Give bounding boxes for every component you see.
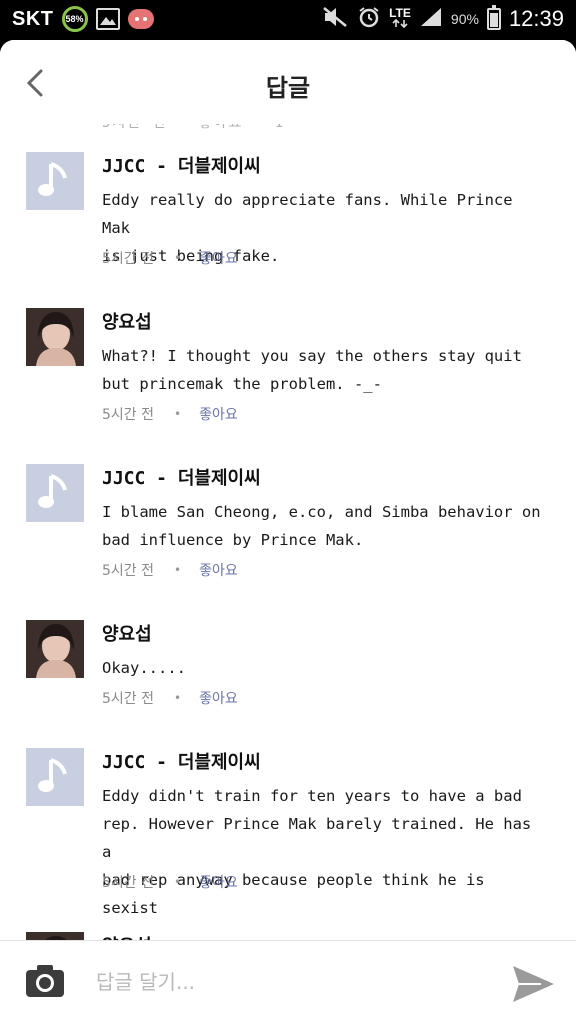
send-icon [513,966,554,1002]
network-type-label: LTE [389,6,411,30]
avatar[interactable] [26,464,84,522]
profile-photo-icon [26,620,84,678]
comment-timestamp: 5시간 전 [102,563,154,579]
comment-meta: 5시간 전 • 좋아요 [102,248,238,268]
comment-item: JJCC - 더블제이씨 Eddy didn't train for ten ye… [0,744,576,928]
comment-meta: 5시간 전 • 좋아요 [102,688,238,708]
carrier-label: SKT [12,7,54,30]
camera-icon [26,965,64,997]
battery-saver-badge: 58% [61,6,88,32]
comment-text-line: Okay..... [102,659,186,677]
comment-text-line: rep. However Prince Mak barely trained. … [102,815,532,861]
like-button[interactable]: 좋아요 [199,560,238,580]
comment-author[interactable]: JJCC - 더블제이씨 [102,464,261,490]
meta-separator: • [174,875,182,889]
chat-notification-icon [127,9,154,29]
page-title: 답글 [265,74,311,102]
signal-icon [419,6,443,32]
like-button[interactable]: 좋아요 [199,872,238,892]
like-button[interactable]: 좋아요 [199,404,238,424]
battery-percent: 90% [450,11,479,27]
comment-text-line: Eddy didn't train for ten years to have … [102,787,522,805]
data-arrows-icon [392,18,408,29]
comment-text: Okay..... [102,654,542,682]
comment-author[interactable]: 양요섭 [102,308,152,334]
comment-text-line: Eddy really do appreciate fans. While Pr… [102,191,513,237]
comment-meta: 5시간 전 • 좋아요 [102,404,238,424]
gallery-notification-icon [95,8,120,30]
network-type-text: LTE [389,6,411,20]
profile-photo-icon [26,308,84,366]
comment-timestamp: 5시간 전 [102,251,154,267]
comment-item: JJCC - 더블제이씨 Eddy really do appreciate fa… [0,148,576,304]
comment-text-line: bad influence by Prince Mak. [102,531,364,549]
comment-timestamp: 5시간 전 [102,407,154,423]
comment-text-line: but princemak the problem. -_- [102,375,382,393]
meta-separator: • [174,563,182,577]
meta-separator: • [174,407,182,421]
mute-icon [321,5,349,33]
avatar[interactable] [26,620,84,678]
meta-separator: • [174,251,182,265]
comment-item: 양요섭 Okay..... 5시간 전 • 좋아요 [0,616,576,744]
battery-level-fill [489,13,498,27]
comment-text-line: I blame San Cheong, e.co, and Simba beha… [102,503,541,521]
comment-author[interactable]: JJCC - 더블제이씨 [102,748,261,774]
comment-author[interactable]: 양요섭 [102,620,152,646]
replies-screen: 답글 5시간 전 · 좋아요 · 1 JJCC - 더블제이씨Eddy real… [0,40,576,1024]
app-header: 답글 [0,40,576,124]
comment-text-line: What?! I thought you say the others stay… [102,347,522,365]
comment-timestamp: 5시간 전 [102,875,154,891]
comment-meta: 5시간 전 • 좋아요 [102,560,238,580]
reply-composer [0,940,576,1024]
send-button[interactable] [510,963,556,1005]
meta-separator: • [174,691,182,705]
avatar[interactable] [26,308,84,366]
comment-item: 양요섭 What?! I thought you say the others s… [0,304,576,460]
battery-icon [486,5,501,30]
comment-text: What?! I thought you say the others stay… [102,342,542,398]
alarm-icon [357,5,381,33]
avatar[interactable] [26,748,84,806]
comment-timestamp: 5시간 전 [102,691,154,707]
reply-input[interactable] [96,965,476,999]
comment-meta: 5시간 전 • 좋아요 [102,872,238,892]
comment-item: JJCC - 더블제이씨 I blame San Cheong, e.co, an… [0,460,576,616]
comment-list: JJCC - 더블제이씨 Eddy really do appreciate fa… [0,148,576,1024]
avatar[interactable] [26,152,84,210]
music-note-icon [38,758,67,792]
music-note-icon [38,162,67,196]
comment-text: I blame San Cheong, e.co, and Simba beha… [102,498,542,554]
status-bar: SKT 58% LTE 90% 12:39 [0,0,576,38]
status-time: 12:39 [508,6,564,31]
music-note-icon [38,474,67,508]
camera-button[interactable] [24,963,66,999]
comment-text: Eddy didn't train for ten years to have … [102,782,542,922]
like-button[interactable]: 좋아요 [199,248,238,268]
comment-author[interactable]: JJCC - 더블제이씨 [102,152,261,178]
like-button[interactable]: 좋아요 [199,688,238,708]
